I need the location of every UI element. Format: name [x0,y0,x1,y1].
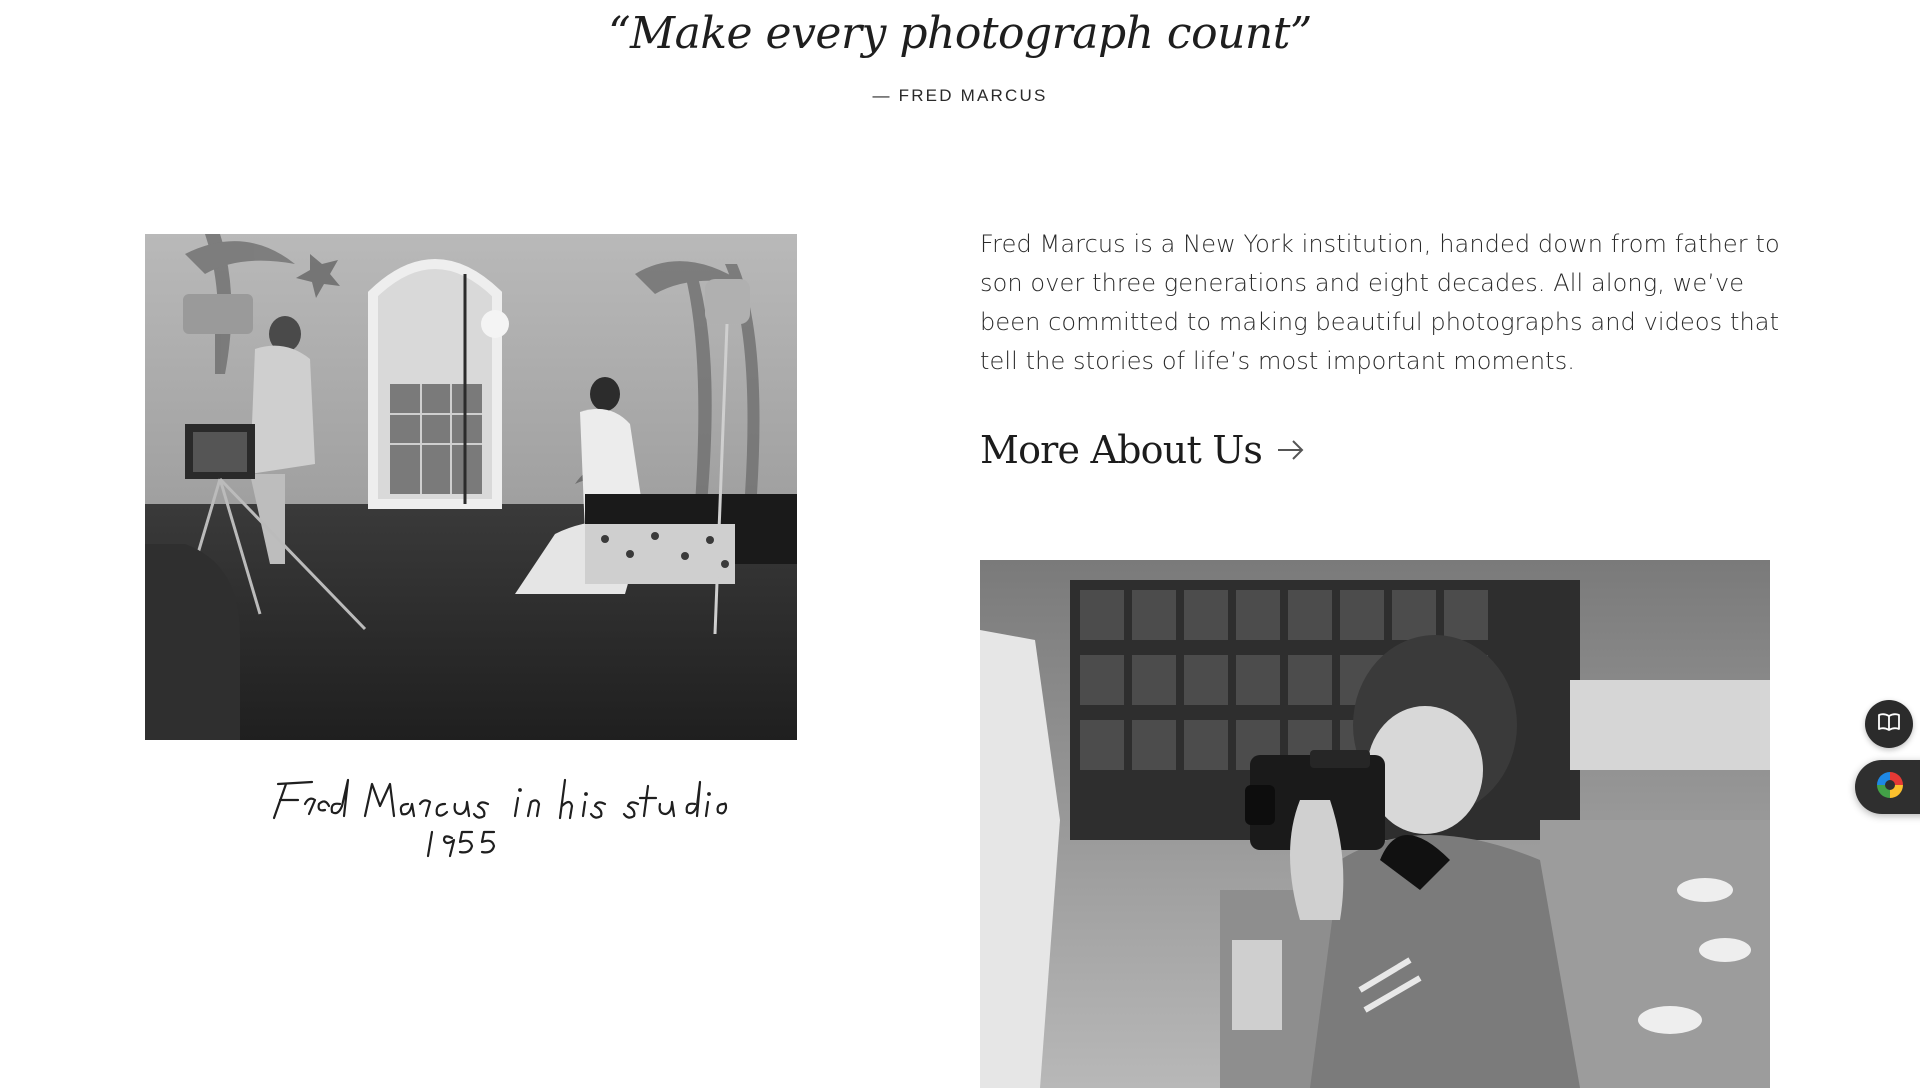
quote-text: “Make every photograph count” [608,8,1312,59]
color-wheel-icon [1875,770,1905,805]
quote-author: — FRED MARCUS [872,86,1048,105]
color-widget-tab[interactable] [1855,760,1920,814]
boy-camcorder-photo [980,560,1770,1088]
more-about-us-label: More About Us [980,428,1263,472]
intro-paragraph: Fred Marcus is a New York institution, h… [980,230,1780,375]
book-open-icon [1877,712,1901,737]
handwritten-caption [200,772,740,862]
accessibility-book-button[interactable] [1865,700,1913,748]
more-about-us-link[interactable]: More About Us [980,428,1306,472]
arrow-right-icon [1276,438,1306,462]
studio-photo-1955 [145,234,797,740]
